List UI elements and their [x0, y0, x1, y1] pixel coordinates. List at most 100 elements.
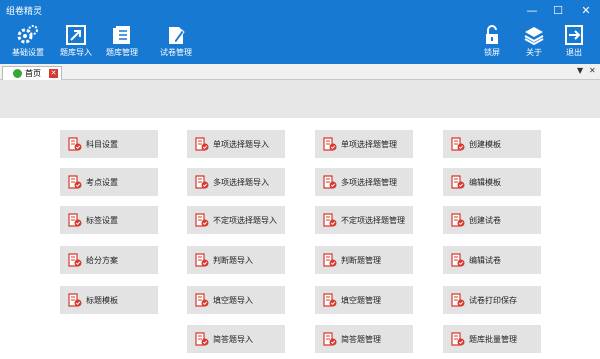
title-bar: 组卷精灵 — ☐ ✕	[0, 0, 600, 20]
home-icon	[13, 69, 22, 78]
indefinite-choice-import-button[interactable]: 不定项选择题导入	[187, 206, 285, 234]
bank-batch-manage-button[interactable]: 题库批量管理	[443, 325, 541, 353]
document-check-icon	[451, 253, 465, 267]
toolbar-exit-button[interactable]: 退出	[562, 22, 586, 62]
tile-label: 给分方案	[86, 255, 118, 265]
document-check-icon	[195, 213, 209, 227]
tile-label: 创建试卷	[469, 215, 501, 225]
tile-label: 单项选择题管理	[341, 139, 397, 149]
tile-label: 标签设置	[86, 215, 118, 225]
document-check-icon	[195, 253, 209, 267]
tile-label: 试卷打印保存	[469, 295, 517, 305]
header-band	[0, 80, 600, 118]
document-check-icon	[195, 332, 209, 346]
create-paper-button[interactable]: 创建试卷	[443, 206, 541, 234]
document-check-icon	[68, 293, 82, 307]
tile-label: 标题模板	[86, 295, 118, 305]
import-icon	[66, 25, 86, 45]
knowledge-settings-button[interactable]: 考点设置	[60, 168, 158, 196]
layers-icon	[524, 27, 544, 46]
tile-label: 多项选择题导入	[213, 177, 269, 187]
document-check-icon	[451, 137, 465, 151]
edit-paper-button[interactable]: 编辑试卷	[443, 246, 541, 274]
tile-label: 判断题管理	[341, 255, 381, 265]
document-check-icon	[195, 137, 209, 151]
toolbar-label: 关于	[526, 48, 542, 57]
edit-template-button[interactable]: 编辑模板	[443, 168, 541, 196]
window-title: 组卷精灵	[6, 7, 43, 17]
toolbar-label: 退出	[566, 48, 582, 57]
exit-icon	[565, 25, 583, 45]
document-check-icon	[195, 175, 209, 189]
document-check-icon	[68, 213, 82, 227]
title-template-button[interactable]: 标题模板	[60, 286, 158, 314]
tile-label: 单项选择题导入	[213, 139, 269, 149]
tab-bar: 首页 ✕	[0, 64, 600, 80]
tile-label: 创建模板	[469, 139, 501, 149]
tile-label: 填空题管理	[341, 295, 381, 305]
toolbar-lock-button[interactable]: 锁屏	[480, 22, 504, 62]
gear-icon	[17, 25, 38, 44]
toolbar-label: 基础设置	[12, 48, 44, 57]
toolbar-bank-manage-button[interactable]: 题库管理	[104, 22, 140, 62]
single-choice-manage-button[interactable]: 单项选择题管理	[315, 130, 413, 158]
document-check-icon	[451, 332, 465, 346]
scoring-scheme-button[interactable]: 给分方案	[60, 246, 158, 274]
document-check-icon	[451, 293, 465, 307]
document-check-icon	[323, 213, 337, 227]
toolbar-label: 题库管理	[106, 48, 138, 57]
toolbar-label: 题库导入	[60, 48, 92, 57]
document-check-icon	[195, 293, 209, 307]
document-check-icon	[68, 175, 82, 189]
document-check-icon	[323, 253, 337, 267]
tab-close-icon[interactable]: ✕	[49, 69, 58, 78]
toolbar-import-button[interactable]: 题库导入	[58, 22, 94, 62]
paper-print-save-button[interactable]: 试卷打印保存	[443, 286, 541, 314]
tile-label: 简答题管理	[341, 334, 381, 344]
document-check-icon	[323, 137, 337, 151]
toolbar-label: 锁屏	[484, 48, 500, 57]
tab-close-all-icon[interactable]: ✕	[589, 66, 596, 75]
multi-choice-manage-button[interactable]: 多项选择题管理	[315, 168, 413, 196]
tile-label: 题库批量管理	[469, 334, 517, 344]
single-choice-import-button[interactable]: 单项选择题导入	[187, 130, 285, 158]
maximize-button[interactable]: ☐	[544, 0, 572, 20]
tile-label: 编辑模板	[469, 177, 501, 187]
toolbar-basic-settings-button[interactable]: 基础设置	[8, 22, 48, 62]
toolbar-paper-manage-button[interactable]: 试卷管理	[156, 22, 196, 62]
subject-settings-button[interactable]: 科目设置	[60, 130, 158, 158]
tab-dropdown-icon[interactable]: ▼	[577, 66, 583, 75]
document-check-icon	[451, 175, 465, 189]
document-check-icon	[323, 293, 337, 307]
short-answer-import-button[interactable]: 简答题导入	[187, 325, 285, 353]
tile-label: 多项选择题管理	[341, 177, 397, 187]
tile-label: 不定项选择题管理	[341, 215, 405, 225]
fill-blank-import-button[interactable]: 填空题导入	[187, 286, 285, 314]
tile-label: 简答题导入	[213, 334, 253, 344]
close-window-button[interactable]: ✕	[572, 0, 600, 20]
document-icon	[113, 26, 130, 44]
document-check-icon	[323, 332, 337, 346]
tab-home[interactable]: 首页 ✕	[2, 66, 62, 80]
tag-settings-button[interactable]: 标签设置	[60, 206, 158, 234]
fill-blank-manage-button[interactable]: 填空题管理	[315, 286, 413, 314]
true-false-import-button[interactable]: 判断题导入	[187, 246, 285, 274]
short-answer-manage-button[interactable]: 简答题管理	[315, 325, 413, 353]
document-check-icon	[68, 253, 82, 267]
tile-label: 填空题导入	[213, 295, 253, 305]
tab-label: 首页	[25, 69, 41, 78]
tile-label: 编辑试卷	[469, 255, 501, 265]
create-template-button[interactable]: 创建模板	[443, 130, 541, 158]
edit-document-icon	[169, 27, 185, 44]
multi-choice-import-button[interactable]: 多项选择题导入	[187, 168, 285, 196]
tile-label: 判断题导入	[213, 255, 253, 265]
tile-label: 科目设置	[86, 139, 118, 149]
minimize-button[interactable]: —	[518, 0, 546, 20]
toolbar-label: 试卷管理	[160, 48, 192, 57]
true-false-manage-button[interactable]: 判断题管理	[315, 246, 413, 274]
main-toolbar: 基础设置 题库导入 题库管理 试卷管理 锁屏 关于 退出	[0, 20, 600, 64]
toolbar-about-button[interactable]: 关于	[522, 22, 546, 62]
indefinite-choice-manage-button[interactable]: 不定项选择题管理	[315, 206, 413, 234]
lock-icon	[486, 25, 498, 44]
document-check-icon	[68, 137, 82, 151]
